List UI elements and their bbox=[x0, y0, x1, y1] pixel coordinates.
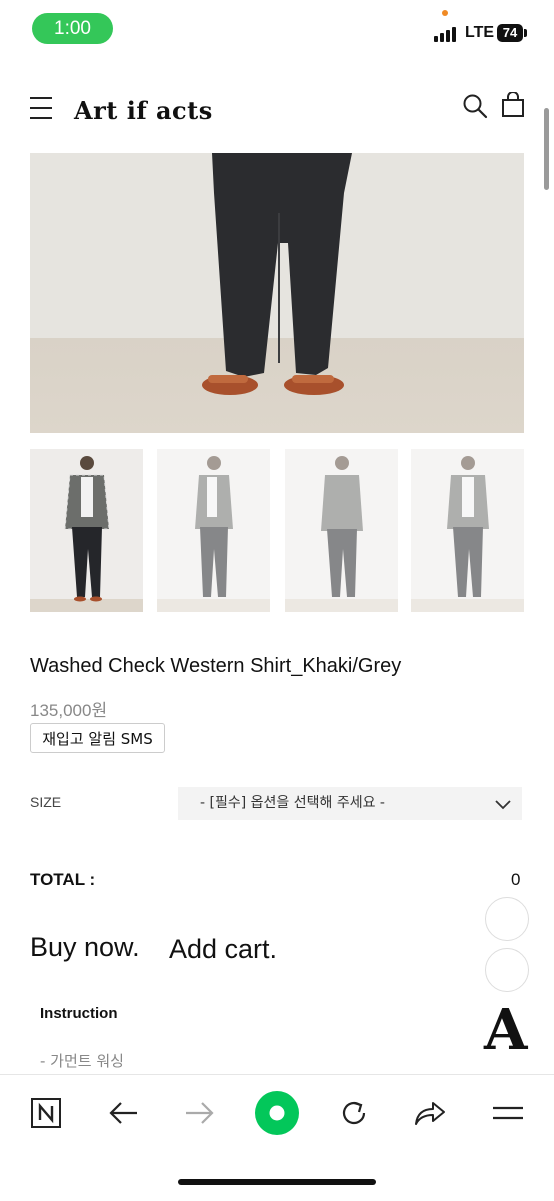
product-title: Washed Check Western Shirt_Khaki/Grey bbox=[30, 655, 402, 677]
total-value: 0 bbox=[511, 870, 521, 889]
shopping-bag-icon[interactable] bbox=[501, 91, 525, 118]
size-label: SIZE bbox=[30, 794, 62, 810]
n-logo-icon[interactable] bbox=[26, 1093, 66, 1133]
floating-circle-button[interactable] bbox=[485, 948, 529, 992]
product-thumbnail[interactable] bbox=[285, 449, 398, 612]
buy-now-button[interactable]: Buy now. bbox=[30, 932, 140, 963]
product-price: 135,000원 bbox=[30, 701, 108, 720]
product-thumbnail[interactable] bbox=[157, 449, 270, 612]
network-type: LTE bbox=[465, 24, 495, 41]
chevron-down-icon[interactable] bbox=[494, 796, 512, 810]
home-dot-icon[interactable] bbox=[255, 1091, 299, 1135]
product-main-image[interactable] bbox=[30, 153, 524, 433]
product-thumbnail[interactable] bbox=[411, 449, 524, 612]
privacy-indicator-dot bbox=[442, 10, 448, 16]
refresh-icon[interactable] bbox=[334, 1093, 374, 1133]
total-label: TOTAL : bbox=[30, 870, 96, 889]
size-select[interactable]: - [필수] 옵션을 선택해 주세요 - bbox=[178, 787, 522, 820]
add-cart-button[interactable]: Add cart. bbox=[169, 934, 277, 965]
restock-sms-button[interactable]: 재입고 알림 SMS bbox=[30, 723, 165, 753]
home-indicator[interactable] bbox=[178, 1179, 376, 1185]
menu-icon[interactable] bbox=[488, 1093, 528, 1133]
product-thumbnail[interactable] bbox=[30, 449, 143, 612]
battery-tip bbox=[524, 29, 527, 37]
menu-icon[interactable] bbox=[30, 97, 52, 119]
floating-circle-button[interactable] bbox=[485, 897, 529, 941]
forward-arrow-icon[interactable] bbox=[180, 1093, 220, 1133]
search-icon[interactable] bbox=[462, 93, 488, 119]
status-time: 1:00 bbox=[32, 13, 113, 44]
brand-logo[interactable]: Art if acts bbox=[74, 96, 213, 125]
back-arrow-icon[interactable] bbox=[103, 1093, 143, 1133]
instruction-item: - 가먼트 워싱 bbox=[40, 1052, 124, 1070]
share-icon[interactable] bbox=[410, 1093, 450, 1133]
signal-icon bbox=[434, 26, 460, 42]
battery-icon: 74 bbox=[497, 24, 523, 42]
scrollbar[interactable] bbox=[544, 108, 549, 190]
floating-brand-logo[interactable]: A bbox=[484, 1002, 527, 1058]
instruction-heading: Instruction bbox=[40, 1005, 118, 1022]
